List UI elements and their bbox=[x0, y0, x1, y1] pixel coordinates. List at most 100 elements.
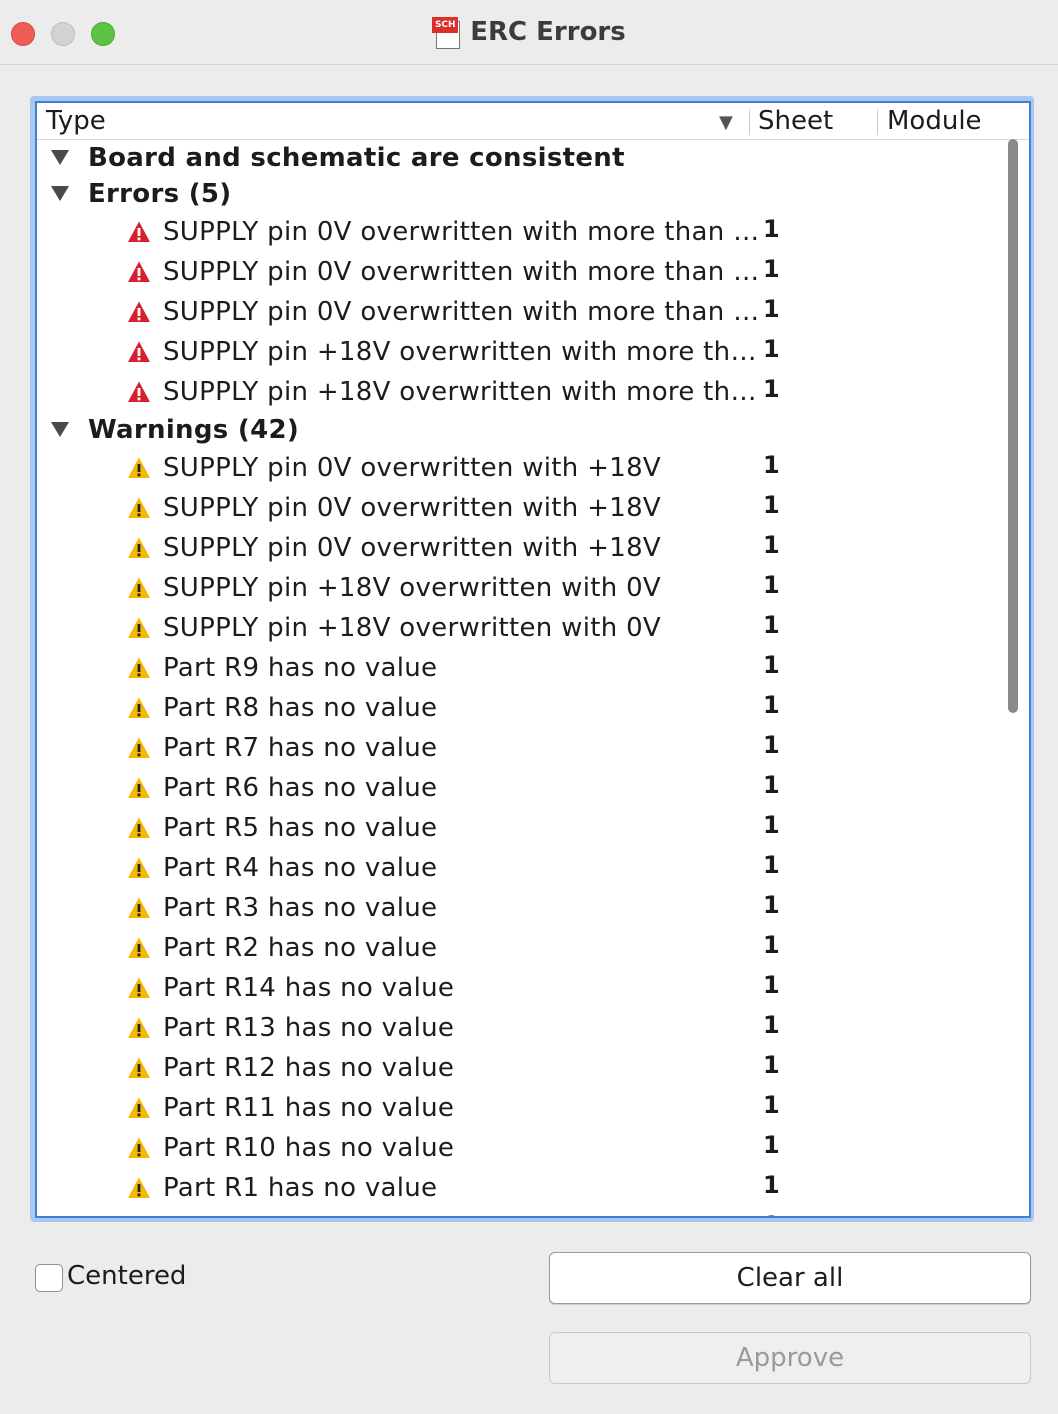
error-icon bbox=[128, 341, 150, 362]
warning-row[interactable]: Part R14 has no value 1 bbox=[37, 968, 1005, 1008]
error-row[interactable]: SUPPLY pin +18V overwritten with more th… bbox=[37, 332, 1005, 372]
warning-row[interactable]: Part R5 has no value 1 bbox=[37, 808, 1005, 848]
column-divider[interactable] bbox=[877, 109, 878, 135]
approve-button[interactable]: Approve bbox=[549, 1332, 1031, 1384]
sheet-number: 1 bbox=[763, 611, 780, 639]
window-title-group: SCH ERC Errors bbox=[0, 0, 1058, 64]
warning-icon bbox=[128, 777, 150, 798]
warning-icon bbox=[128, 857, 150, 878]
tree-group-row[interactable]: Errors (5) bbox=[37, 176, 1005, 212]
message-label: SUPPLY pin 0V overwritten with more than… bbox=[163, 257, 760, 287]
warning-row[interactable]: Part R13 has no value 1 bbox=[37, 1008, 1005, 1048]
warning-row[interactable]: Part R9 has no value 1 bbox=[37, 648, 1005, 688]
message-label: Part R12 has no value bbox=[163, 1053, 455, 1083]
sheet-number: 1 bbox=[763, 1051, 780, 1079]
error-row[interactable]: SUPPLY pin 0V overwritten with more than… bbox=[37, 292, 1005, 332]
sheet-number: 1 bbox=[763, 1171, 780, 1199]
column-header-sheet[interactable]: Sheet bbox=[758, 103, 833, 139]
centered-label: Centered bbox=[67, 1261, 187, 1291]
warning-row[interactable]: SUPPLY pin 0V overwritten with +18V 1 bbox=[37, 488, 1005, 528]
erc-tree-view[interactable]: Type ▼ Sheet Module Board and schematic … bbox=[35, 101, 1031, 1218]
error-icon bbox=[128, 301, 150, 322]
vertical-scrollbar[interactable] bbox=[1008, 139, 1018, 713]
message-label: SUPPLY pin 0V overwritten with +18V bbox=[163, 533, 661, 563]
sheet-number: 1 bbox=[763, 1208, 780, 1216]
warning-icon bbox=[128, 497, 150, 518]
warning-icon bbox=[128, 737, 150, 758]
error-row[interactable]: SUPPLY pin +18V overwritten with more th… bbox=[37, 372, 1005, 412]
column-header-type[interactable]: Type bbox=[46, 103, 106, 139]
sheet-number: 1 bbox=[763, 651, 780, 679]
message-label: Part R1 has no value bbox=[163, 1173, 438, 1203]
warning-icon bbox=[128, 1057, 150, 1078]
warning-row[interactable]: SUPPLY pin 0V overwritten with +18V 1 bbox=[37, 528, 1005, 568]
error-icon bbox=[128, 381, 150, 402]
error-icon bbox=[128, 261, 150, 282]
disclosure-triangle-icon[interactable] bbox=[51, 422, 69, 437]
warning-row[interactable]: SUPPLY pin +18V overwritten with 0V 1 bbox=[37, 608, 1005, 648]
warning-icon bbox=[128, 1177, 150, 1198]
warning-icon bbox=[128, 897, 150, 918]
message-label: SUPPLY pin +18V overwritten with 0V bbox=[163, 613, 661, 643]
sheet-number: 1 bbox=[763, 215, 780, 243]
warning-row[interactable]: Part R11 has no value 1 bbox=[37, 1088, 1005, 1128]
sheet-number: 1 bbox=[763, 931, 780, 959]
warning-row[interactable]: Part R7 has no value 1 bbox=[37, 728, 1005, 768]
message-label: Part R11 has no value bbox=[163, 1093, 455, 1123]
sheet-number: 1 bbox=[763, 1131, 780, 1159]
centered-checkbox[interactable] bbox=[35, 1264, 63, 1292]
error-icon bbox=[128, 221, 150, 242]
window-title: ERC Errors bbox=[470, 17, 626, 47]
clear-all-button[interactable]: Clear all bbox=[549, 1252, 1031, 1304]
column-divider[interactable] bbox=[749, 109, 750, 135]
group-label: Errors (5) bbox=[88, 179, 232, 209]
sheet-number: 1 bbox=[763, 531, 780, 559]
sheet-number: 1 bbox=[763, 295, 780, 323]
disclosure-triangle-icon[interactable] bbox=[51, 150, 69, 165]
warning-row[interactable]: Part R3 has no value 1 bbox=[37, 888, 1005, 928]
message-label: Part R14 has no value bbox=[163, 973, 455, 1003]
sheet-number: 1 bbox=[763, 375, 780, 403]
error-row[interactable]: SUPPLY pin 0V overwritten with more than… bbox=[37, 252, 1005, 292]
sheet-number: 1 bbox=[763, 335, 780, 363]
sheet-number: 1 bbox=[763, 571, 780, 599]
sheet-number: 1 bbox=[763, 1011, 780, 1039]
warning-row[interactable]: Part R10 has no value 1 bbox=[37, 1128, 1005, 1168]
sort-descending-icon[interactable]: ▼ bbox=[719, 105, 733, 141]
warning-row[interactable]: Part R12 has no value 1 bbox=[37, 1048, 1005, 1088]
group-label: Board and schematic are consistent bbox=[88, 143, 625, 173]
sheet-number: 1 bbox=[763, 1091, 780, 1119]
warning-icon bbox=[128, 457, 150, 478]
tree-group-row[interactable]: Board and schematic are consistent bbox=[37, 140, 1005, 176]
sheet-number: 1 bbox=[763, 255, 780, 283]
warning-icon bbox=[128, 817, 150, 838]
warning-icon bbox=[128, 697, 150, 718]
group-label: Warnings (42) bbox=[88, 415, 300, 445]
message-label: Part C9 has no value bbox=[163, 1208, 437, 1216]
warning-row[interactable]: SUPPLY pin 0V overwritten with +18V 1 bbox=[37, 448, 1005, 488]
error-row[interactable]: SUPPLY pin 0V overwritten with more than… bbox=[37, 212, 1005, 252]
column-header-module[interactable]: Module bbox=[887, 103, 982, 139]
sheet-number: 1 bbox=[763, 851, 780, 879]
sheet-number: 1 bbox=[763, 451, 780, 479]
schematic-app-icon: SCH bbox=[432, 17, 461, 49]
message-label: SUPPLY pin 0V overwritten with +18V bbox=[163, 493, 661, 523]
message-label: Part R2 has no value bbox=[163, 933, 438, 963]
warning-row[interactable]: Part R1 has no value 1 bbox=[37, 1168, 1005, 1208]
warning-icon bbox=[128, 657, 150, 678]
tree-rows: Board and schematic are consistent Errors… bbox=[37, 140, 1029, 1216]
warning-row[interactable]: Part R2 has no value 1 bbox=[37, 928, 1005, 968]
message-label: Part R4 has no value bbox=[163, 853, 438, 883]
warning-icon bbox=[128, 1017, 150, 1038]
warning-row[interactable]: Part C9 has no value 1 bbox=[37, 1208, 1005, 1216]
disclosure-triangle-icon[interactable] bbox=[51, 186, 69, 201]
sheet-number: 1 bbox=[763, 731, 780, 759]
message-label: Part R6 has no value bbox=[163, 773, 438, 803]
warning-row[interactable]: SUPPLY pin +18V overwritten with 0V 1 bbox=[37, 568, 1005, 608]
warning-row[interactable]: Part R4 has no value 1 bbox=[37, 848, 1005, 888]
warning-row[interactable]: Part R6 has no value 1 bbox=[37, 768, 1005, 808]
sheet-number: 1 bbox=[763, 691, 780, 719]
tree-group-row[interactable]: Warnings (42) bbox=[37, 412, 1005, 448]
warning-row[interactable]: Part R8 has no value 1 bbox=[37, 688, 1005, 728]
message-label: SUPPLY pin +18V overwritten with more th… bbox=[163, 337, 757, 367]
